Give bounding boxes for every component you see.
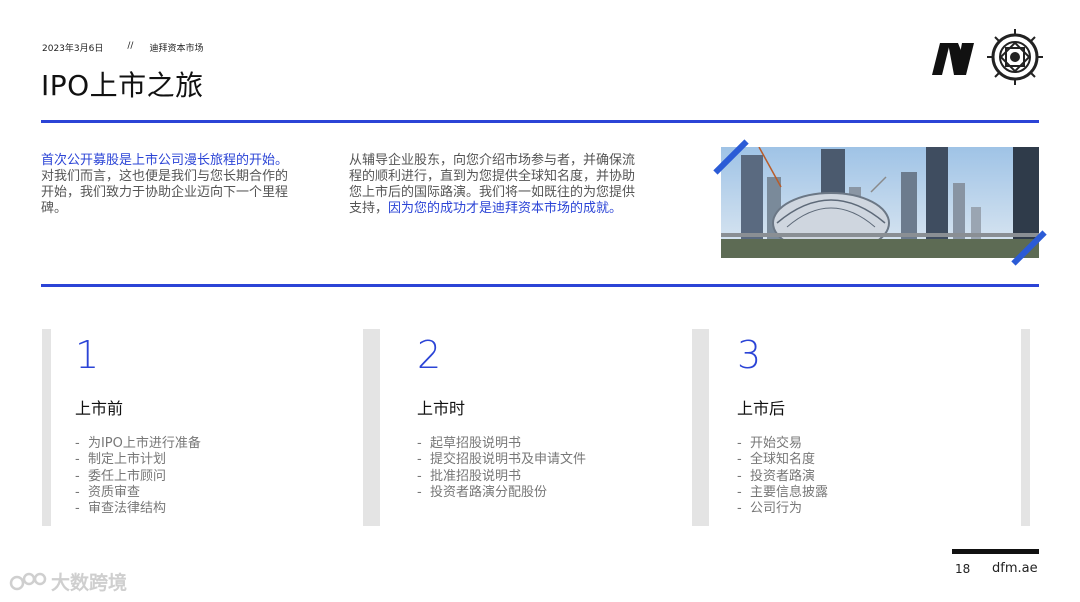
list-item: 制定上市计划 bbox=[75, 452, 201, 468]
header-org: 迪拜资本市场 bbox=[149, 44, 204, 54]
stage-list: 起草招股说明书 提交招股说明书及申请文件 批准招股说明书 投资者路演分配股份 bbox=[417, 436, 586, 501]
list-item: 资质审查 bbox=[75, 485, 201, 501]
watermark: 大数跨境 bbox=[9, 568, 127, 595]
list-item: 开始交易 bbox=[737, 436, 828, 452]
stage-list: 开始交易 全球知名度 投资者路演 主要信息披露 公司行为 bbox=[737, 436, 828, 517]
header-meta: 2023年3月6日 // 迪拜资本市场 bbox=[42, 41, 203, 54]
stage-heading: 上市时 bbox=[417, 399, 466, 418]
watermark-text: 大数跨境 bbox=[51, 572, 128, 594]
dubai-skyline-photo bbox=[721, 147, 1039, 258]
stage-card-post-listing: 3 上市后 开始交易 全球知名度 投资者路演 主要信息披露 公司行为 bbox=[700, 329, 1030, 526]
seal-emblem-icon bbox=[987, 29, 1043, 85]
stage-number: 2 bbox=[417, 333, 442, 377]
list-item: 提交招股说明书及申请文件 bbox=[417, 452, 586, 468]
page-title: IPO上市之旅 bbox=[41, 69, 204, 102]
list-item: 起草招股说明书 bbox=[417, 436, 586, 452]
list-item: 为IPO上市进行准备 bbox=[75, 436, 201, 452]
stage-card-listing: 2 上市时 起草招股说明书 提交招股说明书及申请文件 批准招股说明书 投资者路演… bbox=[371, 329, 701, 526]
list-item: 投资者路演 bbox=[737, 469, 828, 485]
list-item: 批准招股说明书 bbox=[417, 469, 586, 485]
intro-2-highlight: 因为您的成功才是迪拜资本市场的成就。 bbox=[388, 201, 623, 216]
stage-heading: 上市后 bbox=[737, 399, 786, 418]
footer-bar bbox=[952, 549, 1039, 554]
header-separator: // bbox=[127, 41, 134, 51]
site-url: dfm.ae bbox=[992, 561, 1038, 576]
list-item: 全球知名度 bbox=[737, 452, 828, 468]
list-item: 审查法律结构 bbox=[75, 501, 201, 517]
stage-number: 3 bbox=[737, 333, 762, 377]
page-number: 18 bbox=[955, 562, 971, 576]
list-item: 投资者路演分配股份 bbox=[417, 485, 586, 501]
intro-column-2: 从辅导企业股东，向您介绍市场参与者，并确保流程的顺利进行，直到为您提供全球知名度… bbox=[349, 153, 639, 217]
stage-number: 1 bbox=[75, 333, 100, 377]
intro-column-1: 首次公开募股是上市公司漫长旅程的开始。对我们而言，这也便是我们与您长期合作的开始… bbox=[41, 153, 297, 217]
watermark-logo-icon bbox=[9, 572, 47, 590]
stage-list: 为IPO上市进行准备 制定上市计划 委任上市顾问 资质审查 审查法律结构 bbox=[75, 436, 201, 517]
stage-heading: 上市前 bbox=[75, 399, 124, 418]
stage-card-pre-listing: 1 上市前 为IPO上市进行准备 制定上市计划 委任上市顾问 资质审查 审查法律… bbox=[42, 329, 372, 526]
top-divider bbox=[41, 120, 1039, 123]
list-item: 主要信息披露 bbox=[737, 485, 828, 501]
dfm-logo-icon bbox=[932, 43, 974, 75]
list-item: 公司行为 bbox=[737, 501, 828, 517]
intro-1-highlight: 首次公开募股是上市公司漫长旅程的开始。 bbox=[41, 153, 289, 168]
header-date: 2023年3月6日 bbox=[42, 44, 104, 54]
middle-divider bbox=[41, 284, 1039, 287]
list-item: 委任上市顾问 bbox=[75, 469, 201, 485]
intro-1-body: 对我们而言，这也便是我们与您长期合作的开始，我们致力于协助企业迈向下一个里程碑。 bbox=[41, 169, 289, 216]
